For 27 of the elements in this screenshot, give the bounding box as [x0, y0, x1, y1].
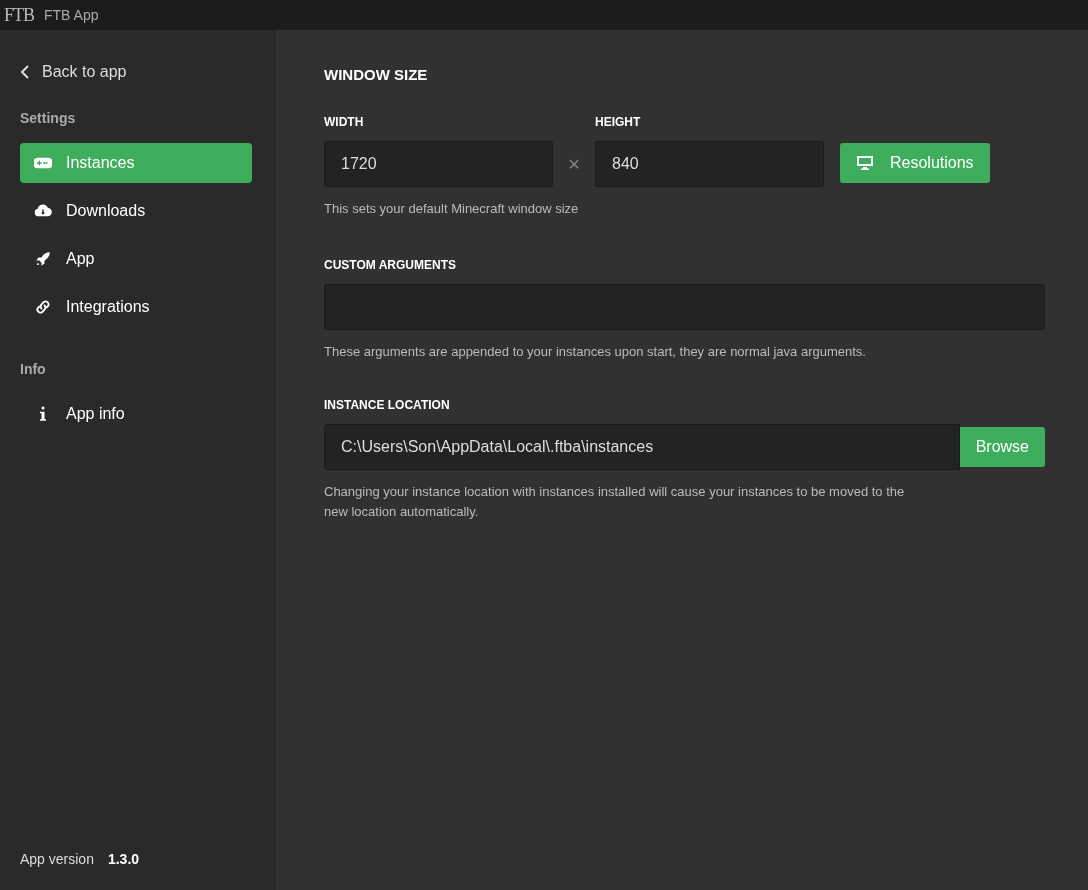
field-label: HEIGHT — [595, 113, 642, 131]
times-separator: × — [567, 151, 581, 177]
width-field[interactable]: 1720 — [324, 140, 553, 187]
help-text: This sets your default Minecraft window size — [324, 199, 580, 218]
location-field[interactable]: C:\Users\Son\AppData\Local\.ftba\instances — [324, 423, 960, 470]
rocket-icon — [34, 250, 52, 268]
field-label: INSTANCE LOCATION — [324, 396, 451, 414]
window-title: FTB App — [44, 5, 99, 25]
sidebar-item[interactable]: App info — [20, 394, 252, 434]
field-label: WIDTH — [324, 113, 365, 131]
monitor-icon — [856, 154, 874, 171]
version-label: App version — [20, 850, 94, 869]
back-link[interactable]: Back to app — [20, 60, 252, 84]
height-field[interactable]: 840 — [595, 140, 824, 187]
sidebar-item[interactable]: App — [20, 239, 252, 279]
section-title: WINDOW SIZE — [324, 65, 429, 85]
section-heading: Settings — [20, 109, 77, 128]
sidebar-item[interactable]: Downloads — [20, 191, 252, 231]
app-logo: FTB — [4, 3, 34, 27]
help-text: These arguments are appended to your instances upon start, they are normal java arguments. — [324, 343, 867, 361]
chevron-left-icon — [20, 64, 30, 80]
help-text: Changing your instance location with instances installed will cause your instances to be moved to the new location automatically. — [324, 482, 906, 521]
link-icon — [34, 298, 52, 316]
sidebar-item[interactable]: Integrations — [20, 287, 252, 327]
version-number: 1.3.0 — [107, 850, 140, 869]
field-label: CUSTOM ARGUMENTS — [324, 257, 457, 274]
section-heading: Info — [20, 360, 47, 379]
